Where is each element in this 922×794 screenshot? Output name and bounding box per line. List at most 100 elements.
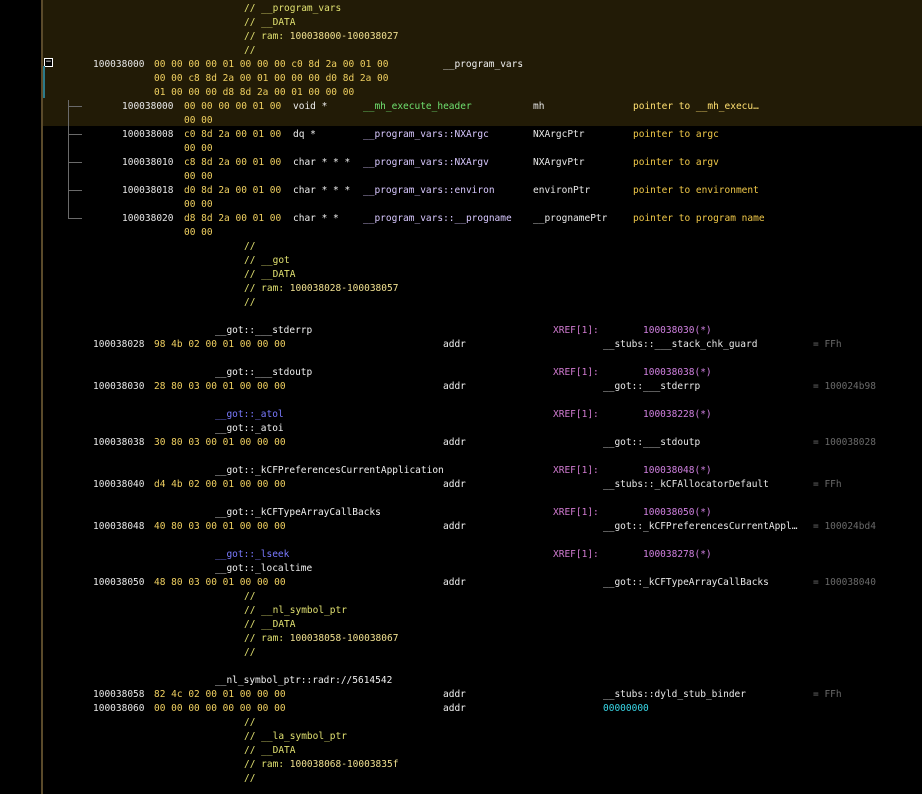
listing-bytes[interactable]: 00 00 c8 8d 2a 00 01 00 00 00 d0 8d 2a 0… (154, 72, 389, 86)
listing-bytes[interactable]: 00 00 00 00 01 00 00 00 c0 8d 2a 00 01 0… (154, 58, 389, 72)
listing-bytes[interactable]: 00 00 (184, 114, 213, 128)
listing-bytes[interactable]: 40 80 03 00 01 00 00 00 (154, 520, 286, 534)
listing-bytes[interactable]: c8 8d 2a 00 01 00 (184, 156, 281, 170)
operand[interactable]: __got::___stdoutp (603, 436, 700, 450)
xref-link[interactable]: 100038038(*) (643, 366, 712, 380)
field-symbol[interactable]: __mh_execute_header (363, 100, 472, 114)
listing-address[interactable]: 100038008 (122, 128, 173, 142)
listing-address[interactable]: 100038040 (93, 478, 144, 492)
nl-symbol-label[interactable]: __nl_symbol_ptr::radr://5614542 (215, 674, 392, 688)
got-label[interactable]: __got::_kCFTypeArrayCallBacks (215, 506, 381, 520)
struct-tree-branch (68, 106, 82, 107)
section-comment: // ram: 100038000-100038027 (244, 31, 399, 42)
listing-bytes[interactable]: 82 4c 02 00 01 00 00 00 (154, 688, 286, 702)
section-comment: // (244, 591, 256, 602)
operand[interactable]: __got::___stderrp (603, 380, 700, 394)
mnemonic[interactable]: addr (443, 702, 466, 716)
listing-address[interactable]: 100038038 (93, 436, 144, 450)
operand[interactable]: __stubs::_kCFAllocatorDefault (603, 478, 769, 492)
xref-link[interactable]: 100038278(*) (643, 548, 712, 562)
operand[interactable]: 00000000 (603, 702, 649, 716)
field-type[interactable]: char * * (293, 212, 339, 226)
listing-bytes[interactable]: 00 00 00 00 01 00 (184, 100, 281, 114)
mnemonic[interactable]: addr (443, 520, 466, 534)
section-comment: // __DATA (244, 619, 296, 630)
listing-bytes[interactable]: 48 80 03 00 01 00 00 00 (154, 576, 286, 590)
value-comment: = 100038028 (813, 437, 876, 448)
got-label[interactable]: __got::_atoi (215, 422, 284, 436)
section-comment: // ram: 100038028-100038057 (244, 283, 399, 294)
listing-bytes[interactable]: d4 4b 02 00 01 00 00 00 (154, 478, 286, 492)
struct-label[interactable]: __program_vars (443, 58, 523, 72)
listing-address[interactable]: 100038000 (122, 100, 173, 114)
field-name[interactable]: __prognamePtr (533, 212, 607, 226)
field-type[interactable]: char * * * (293, 184, 350, 198)
field-symbol[interactable]: __program_vars::__progname (363, 212, 512, 226)
field-type[interactable]: void * (293, 100, 327, 114)
section-comment: // __DATA (244, 745, 296, 756)
listing-bytes[interactable]: c0 8d 2a 00 01 00 (184, 128, 281, 142)
section-comment: // __nl_symbol_ptr (244, 605, 347, 616)
operand[interactable]: __stubs::___stack_chk_guard (603, 338, 757, 352)
listing-bytes[interactable]: 30 80 03 00 01 00 00 00 (154, 436, 286, 450)
section-comment: // (244, 717, 256, 728)
listing-address[interactable]: 100038018 (122, 184, 173, 198)
listing-bytes[interactable]: d8 8d 2a 00 01 00 (184, 212, 281, 226)
mnemonic[interactable]: addr (443, 576, 466, 590)
got-label[interactable]: __got::___stderrp (215, 324, 312, 338)
mnemonic[interactable]: addr (443, 380, 466, 394)
listing-address[interactable]: 100038030 (93, 380, 144, 394)
listing-address[interactable]: 100038028 (93, 338, 144, 352)
section-comment: // (244, 241, 256, 252)
collapse-struct-icon[interactable]: − (44, 58, 53, 67)
listing-address[interactable]: 100038048 (93, 520, 144, 534)
field-name[interactable]: NXArgcPtr (533, 128, 584, 142)
listing-address[interactable]: 100038050 (93, 576, 144, 590)
operand[interactable]: __stubs::dyld_stub_binder (603, 688, 746, 702)
field-name[interactable]: mh (533, 100, 544, 114)
listing-bytes[interactable]: 00 00 (184, 198, 213, 212)
section-comment: // __DATA (244, 269, 296, 280)
got-label-alt[interactable]: __got::_atol (215, 408, 284, 422)
listing-bytes[interactable]: 00 00 (184, 170, 213, 184)
mnemonic[interactable]: addr (443, 478, 466, 492)
xref-link[interactable]: 100038228(*) (643, 408, 712, 422)
mnemonic[interactable]: addr (443, 688, 466, 702)
listing-bytes[interactable]: d0 8d 2a 00 01 00 (184, 184, 281, 198)
listing-address[interactable]: 100038010 (122, 156, 173, 170)
field-comment: pointer to environment (633, 185, 759, 196)
listing-address[interactable]: 100038020 (122, 212, 173, 226)
xref-link[interactable]: 100038048(*) (643, 464, 712, 478)
got-label[interactable]: __got::_localtime (215, 562, 312, 576)
field-symbol[interactable]: __program_vars::NXArgv (363, 156, 489, 170)
listing-bytes[interactable]: 01 00 00 00 d8 8d 2a 00 01 00 00 00 (154, 86, 354, 100)
field-symbol[interactable]: __program_vars::NXArgc (363, 128, 489, 142)
got-label-alt[interactable]: __got::_lseek (215, 548, 289, 562)
xref-link[interactable]: 100038050(*) (643, 506, 712, 520)
listing-bytes[interactable]: 00 00 (184, 142, 213, 156)
mnemonic[interactable]: addr (443, 338, 466, 352)
mnemonic[interactable]: addr (443, 436, 466, 450)
listing-bytes[interactable]: 00 00 (184, 226, 213, 240)
listing-address[interactable]: 100038060 (93, 702, 144, 716)
field-type[interactable]: char * * * (293, 156, 350, 170)
listing-margin (0, 0, 41, 794)
got-label[interactable]: __got::_kCFPreferencesCurrentApplication (215, 464, 444, 478)
field-comment: pointer to program name (633, 213, 765, 224)
field-name[interactable]: NXArgvPtr (533, 156, 584, 170)
listing-bytes[interactable]: 98 4b 02 00 01 00 00 00 (154, 338, 286, 352)
value-comment: = FFh (813, 479, 842, 490)
xref-link[interactable]: 100038030(*) (643, 324, 712, 338)
field-type[interactable]: dq * (293, 128, 316, 142)
listing-bytes[interactable]: 00 00 00 00 00 00 00 00 (154, 702, 286, 716)
listing-bytes[interactable]: 28 80 03 00 01 00 00 00 (154, 380, 286, 394)
field-name[interactable]: environPtr (533, 184, 590, 198)
operand[interactable]: __got::_kCFPreferencesCurrentAppl… (603, 520, 797, 534)
operand[interactable]: __got::_kCFTypeArrayCallBacks (603, 576, 769, 590)
field-symbol[interactable]: __program_vars::environ (363, 184, 495, 198)
listing-address[interactable]: 100038058 (93, 688, 144, 702)
section-comment: // __got (244, 255, 290, 266)
field-comment: pointer to argv (633, 157, 719, 168)
got-label[interactable]: __got::___stdoutp (215, 366, 312, 380)
listing-address[interactable]: 100038000 (93, 58, 144, 72)
